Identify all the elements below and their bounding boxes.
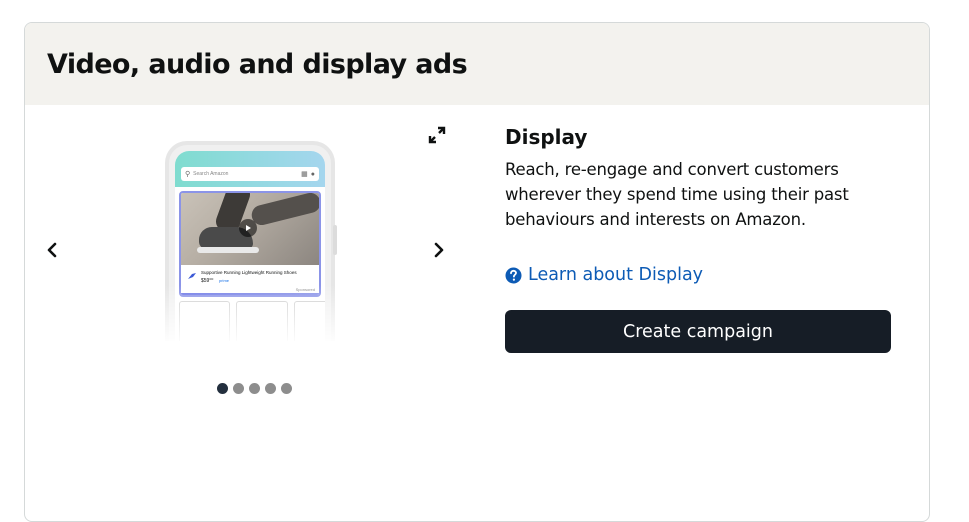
brand-logo-icon (188, 273, 196, 279)
carousel-dot-5[interactable] (281, 383, 292, 394)
display-info-panel: Display Reach, re-engage and convert cus… (505, 121, 895, 353)
phone-display-ad: Supportive Running Lightweight Running S… (179, 191, 321, 297)
ads-card: Video, audio and display ads ⚲ Search Am… (24, 22, 930, 522)
learn-link-label: Learn about Display (528, 265, 704, 285)
expand-icon (428, 126, 446, 144)
carousel-pagination (217, 383, 292, 394)
carousel-next-button[interactable] (429, 235, 449, 265)
ad-price: $59⁰⁰ (201, 278, 214, 284)
create-campaign-button[interactable]: Create campaign (505, 310, 891, 353)
carousel-dot-1[interactable] (217, 383, 228, 394)
panel-description: Reach, re-engage and convert customers w… (505, 160, 849, 229)
ad-video-thumbnail (181, 193, 319, 265)
expand-preview-button[interactable] (427, 125, 449, 147)
chevron-left-icon (47, 242, 57, 258)
phone-search-placeholder: Search Amazon (193, 171, 229, 177)
scan-icon: ▦ (301, 170, 308, 178)
card-header: Video, audio and display ads (25, 23, 929, 105)
phone-search-bar: ⚲ Search Amazon ▦ ● (181, 167, 319, 181)
carousel-dot-2[interactable] (233, 383, 244, 394)
search-icon: ⚲ (185, 170, 191, 178)
carousel-dot-4[interactable] (265, 383, 276, 394)
phone-top-bar: ⚲ Search Amazon ▦ ● (175, 151, 325, 187)
ad-prime-badge: prime (219, 278, 230, 283)
play-icon (239, 219, 257, 237)
panel-title: Display (505, 125, 588, 149)
ad-format-carousel: ⚲ Search Amazon ▦ ● Supportive Running L… (25, 105, 465, 405)
card-title: Video, audio and display ads (47, 48, 468, 80)
carousel-dot-3[interactable] (249, 383, 260, 394)
phone-fade-overlay (161, 285, 341, 345)
ad-product-title: Supportive Running Lightweight Running S… (201, 270, 297, 275)
learn-about-display-link[interactable]: Learn about Display (505, 265, 703, 285)
phone-side-button (333, 225, 337, 255)
chevron-right-icon (434, 242, 444, 258)
help-circle-icon (505, 267, 522, 283)
carousel-prev-button[interactable] (42, 235, 62, 265)
microphone-icon: ● (310, 170, 315, 178)
